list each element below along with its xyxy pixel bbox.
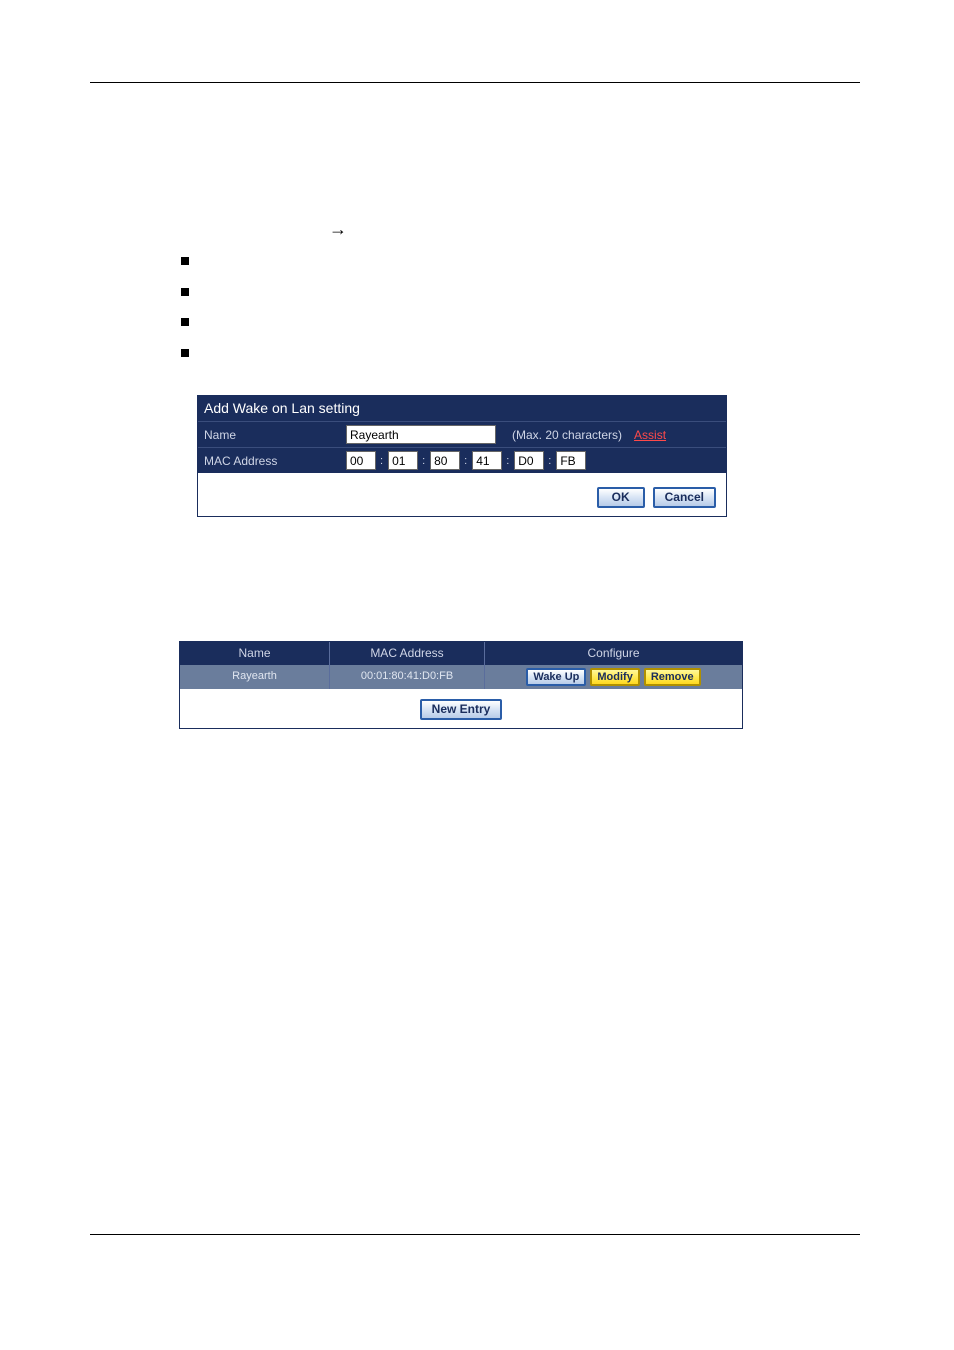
bullet-icon bbox=[181, 257, 189, 265]
table-footer: New Entry bbox=[180, 689, 742, 728]
th-configure: Configure bbox=[485, 642, 742, 665]
cancel-button[interactable]: Cancel bbox=[653, 487, 716, 508]
name-cell: (Max. 20 characters) Assist bbox=[346, 425, 720, 444]
mac-input-3[interactable] bbox=[430, 451, 460, 470]
table-row: Rayearth 00:01:80:41:D0:FB Wake Up Modif… bbox=[180, 665, 742, 689]
td-configure: Wake Up Modify Remove bbox=[485, 665, 742, 689]
mac-label: MAC Address bbox=[204, 454, 346, 468]
arrow-icon: → bbox=[329, 219, 347, 240]
wake-up-button[interactable]: Wake Up bbox=[526, 668, 586, 686]
th-mac: MAC Address bbox=[330, 642, 485, 665]
th-name: Name bbox=[180, 642, 330, 665]
bullet-icon bbox=[181, 349, 189, 357]
td-mac: 00:01:80:41:D0:FB bbox=[330, 665, 485, 689]
table-header: Name MAC Address Configure bbox=[180, 642, 742, 665]
wol-table: Name MAC Address Configure Rayearth 00:0… bbox=[179, 641, 743, 729]
bullet-icon bbox=[181, 318, 189, 326]
mac-separator: : bbox=[462, 455, 470, 467]
bottom-divider bbox=[90, 1234, 860, 1235]
mac-input-2[interactable] bbox=[388, 451, 418, 470]
mac-separator: : bbox=[378, 455, 386, 467]
mac-separator: : bbox=[504, 455, 512, 467]
form-title: Add Wake on Lan setting bbox=[198, 396, 726, 421]
row-name: Name (Max. 20 characters) Assist bbox=[198, 421, 726, 447]
mac-input-4[interactable] bbox=[472, 451, 502, 470]
mac-separator: : bbox=[420, 455, 428, 467]
form-footer: OK Cancel bbox=[198, 473, 726, 516]
name-hint: (Max. 20 characters) bbox=[512, 428, 622, 442]
mac-cell: : : : : : bbox=[346, 451, 720, 470]
mac-input-1[interactable] bbox=[346, 451, 376, 470]
mac-input-6[interactable] bbox=[556, 451, 586, 470]
td-name: Rayearth bbox=[180, 665, 330, 689]
row-mac: MAC Address : : : : : bbox=[198, 447, 726, 473]
bullet-icon bbox=[181, 288, 189, 296]
add-wol-form: Add Wake on Lan setting Name (Max. 20 ch… bbox=[197, 395, 727, 517]
ok-button[interactable]: OK bbox=[597, 487, 645, 508]
modify-button[interactable]: Modify bbox=[590, 668, 639, 686]
new-entry-button[interactable]: New Entry bbox=[420, 699, 503, 720]
mac-input-5[interactable] bbox=[514, 451, 544, 470]
mac-separator: : bbox=[546, 455, 554, 467]
name-input[interactable] bbox=[346, 425, 496, 444]
remove-button[interactable]: Remove bbox=[644, 668, 701, 686]
assist-link[interactable]: Assist bbox=[634, 428, 666, 442]
name-label: Name bbox=[204, 428, 346, 442]
top-divider bbox=[90, 82, 860, 83]
